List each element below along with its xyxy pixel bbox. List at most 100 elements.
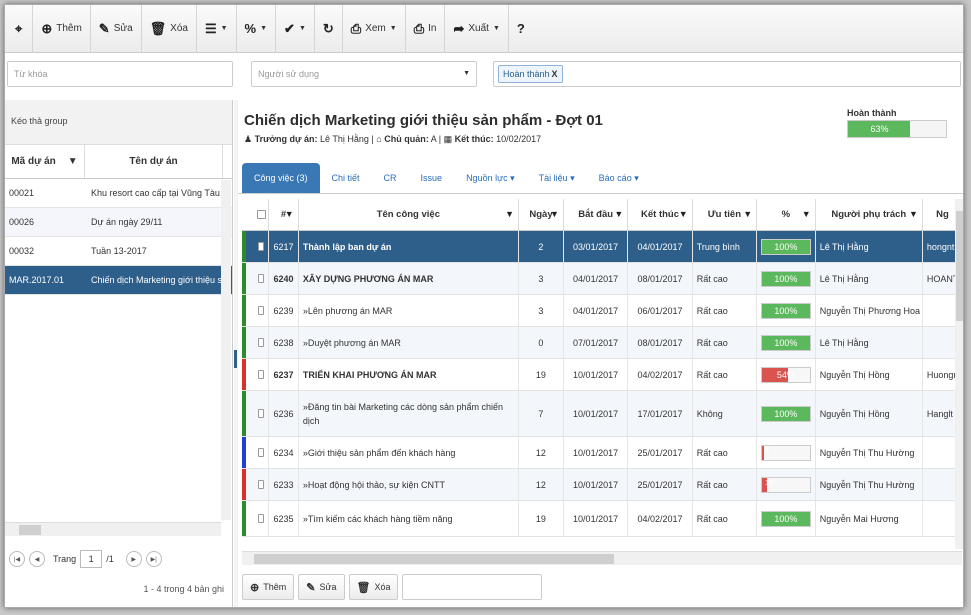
page-input[interactable]: 1 — [80, 550, 103, 568]
quick-task-input[interactable] — [402, 574, 543, 600]
tab-resources[interactable]: Nguồn lực ▾ — [454, 163, 527, 193]
tab-tasks[interactable]: Công việc (3) — [242, 163, 320, 193]
project-row[interactable]: 00032 Tuần 13-2017 — [5, 237, 232, 266]
left-vertical-scrollbar[interactable] — [221, 180, 231, 520]
project-row[interactable]: 00026 Dự án ngày 29/11 — [5, 208, 232, 237]
filter-icon[interactable]: ▼ — [743, 209, 752, 219]
keyword-input[interactable]: Từ khóa — [7, 61, 233, 87]
percent-menu-button[interactable]: % ▼ — [237, 5, 277, 53]
tab-documents[interactable]: Tài liệu ▾ — [527, 163, 587, 193]
row-checkbox-cell[interactable] — [254, 391, 270, 436]
tab-details[interactable]: Chi tiết — [320, 163, 372, 193]
checkbox[interactable] — [257, 242, 265, 251]
next-page-icon[interactable]: ▶ — [125, 551, 142, 567]
filter-icon[interactable]: ▼ — [614, 209, 623, 219]
add-task-button[interactable]: ⊕ Thêm — [242, 574, 295, 600]
column-header-id[interactable]: # ▼ — [269, 199, 299, 230]
remove-tag-icon[interactable]: X — [552, 69, 558, 79]
last-page-icon[interactable]: ▶| — [145, 551, 162, 567]
column-header-owner[interactable]: Người phụ trách ▼ — [816, 199, 923, 230]
task-end: 04/02/2017 — [628, 359, 693, 390]
row-checkbox-cell[interactable] — [254, 501, 270, 536]
delete-task-button[interactable]: 🗑 Xóa — [348, 574, 399, 600]
row-checkbox-cell[interactable] — [254, 231, 270, 262]
task-row[interactable]: 6235 »Tìm kiếm các khách hàng tiềm năng 19… — [242, 501, 962, 537]
row-checkbox-cell[interactable] — [254, 469, 270, 500]
column-header-task[interactable]: Tên công việc ▼ — [299, 199, 520, 230]
grid-horizontal-scrollbar[interactable] — [242, 551, 962, 565]
column-header-priority[interactable]: Ưu tiên ▼ — [693, 199, 758, 230]
group-hint: Kéo thả group — [11, 116, 68, 126]
delete-button[interactable]: 🗑 Xóa — [142, 5, 197, 53]
column-header-code[interactable]: Mã dự án ▼ — [5, 145, 85, 178]
splitter-grip[interactable] — [234, 350, 237, 368]
filter-icon[interactable]: ▼ — [679, 209, 688, 219]
checkbox[interactable] — [257, 338, 265, 347]
row-checkbox-cell[interactable] — [254, 359, 270, 390]
checkbox[interactable] — [257, 480, 265, 489]
project-row[interactable]: 00021 Khu resort cao cấp tại Vũng Tàu — [5, 179, 232, 208]
checkbox[interactable] — [257, 370, 265, 379]
task-row-selected[interactable]: 6217 Thành lập ban dự án 2 03/01/2017 04/01/… — [242, 231, 962, 263]
filter-icon[interactable]: ▼ — [802, 209, 811, 219]
filter-icon[interactable]: ▼ — [285, 209, 294, 219]
filter-icon[interactable]: ▼ — [505, 209, 514, 219]
find-button[interactable]: ⌖ — [5, 5, 34, 53]
row-checkbox-cell[interactable] — [254, 327, 270, 358]
column-header-days[interactable]: Ngày ▼ — [519, 199, 564, 230]
column-header-name[interactable]: Tên dự án — [85, 145, 223, 178]
export-button[interactable]: ➦ Xuất ▼ — [445, 5, 509, 53]
filter-icon[interactable]: ▼ — [550, 209, 559, 219]
help-button[interactable]: ? — [509, 5, 533, 53]
print-button[interactable]: ⎙ In — [406, 5, 446, 53]
filter-icon[interactable]: ▼ — [909, 209, 918, 219]
checkbox[interactable] — [257, 306, 265, 315]
project-row-selected[interactable]: MAR.2017.01 Chiến dịch Marketing giới th… — [5, 266, 232, 295]
edit-task-button[interactable]: ✎ Sửa — [298, 574, 345, 600]
status-menu-button[interactable]: ✔ ▼ — [276, 5, 315, 53]
user-placeholder: Người sử dụng — [258, 69, 319, 79]
tab-cr[interactable]: CR — [372, 163, 409, 193]
refresh-button[interactable]: ↻ — [315, 5, 343, 53]
task-row[interactable]: 6233 »Hoạt động hội thảo, sự kiện CNTT 12 1… — [242, 469, 962, 501]
scroll-thumb[interactable] — [254, 554, 614, 564]
caret-down-icon: ▼ — [492, 25, 500, 32]
task-priority: Rất cao — [693, 437, 758, 468]
scroll-thumb[interactable] — [19, 525, 41, 535]
task-priority: Rất cao — [693, 359, 758, 390]
task-row[interactable]: 6234 »Giới thiệu sản phẩm đến khách hàng 1… — [242, 437, 962, 469]
status-filter-tag[interactable]: Hoàn thành X — [498, 65, 563, 83]
task-row[interactable]: 6240 XÂY DỰNG PHƯƠNG ÁN MAR 3 04/01/2017 08/… — [242, 263, 962, 295]
scroll-thumb[interactable] — [956, 211, 963, 321]
user-select[interactable]: Người sử dụng ▼ — [251, 61, 477, 87]
checkbox[interactable] — [256, 210, 266, 219]
row-checkbox-cell[interactable] — [254, 263, 270, 294]
checkbox[interactable] — [257, 274, 265, 283]
prev-page-icon[interactable]: ◀ — [29, 551, 45, 567]
add-button[interactable]: ⊕ Thêm — [33, 5, 91, 53]
row-checkbox-cell[interactable] — [254, 437, 270, 468]
checkbox[interactable] — [257, 448, 265, 457]
left-horizontal-scrollbar[interactable] — [5, 522, 221, 536]
task-row[interactable]: 6238 »Duyệt phương án MAR 0 07/01/2017 08/01… — [242, 327, 962, 359]
first-page-icon[interactable]: |◀ — [9, 551, 25, 567]
view-button[interactable]: ⎙ Xem ▼ — [343, 5, 406, 53]
status-filter-input[interactable]: Hoàn thành X — [493, 61, 961, 87]
checkbox[interactable] — [257, 409, 265, 418]
column-header-percent[interactable]: % ▼ — [757, 199, 816, 230]
task-row[interactable]: 6237 TRIỂN KHAI PHƯƠNG ÁN MAR 19 10/01/2017… — [242, 359, 962, 391]
task-row[interactable]: 6239 »Lên phương án MAR 3 04/01/2017 06/01/2… — [242, 295, 962, 327]
filter-icon[interactable]: ▼ — [68, 156, 78, 167]
tab-reports[interactable]: Báo cáo ▾ — [587, 163, 651, 193]
grid-vertical-scrollbar[interactable] — [955, 199, 963, 549]
edit-button[interactable]: ✎ Sửa — [91, 5, 142, 53]
row-checkbox-cell[interactable] — [254, 295, 270, 326]
group-drop-area[interactable]: Kéo thả group — [5, 100, 232, 145]
checkbox[interactable] — [257, 514, 265, 523]
task-row[interactable]: 6236 »Đăng tin bài Marketing các dòng sản… — [242, 391, 962, 437]
list-menu-button[interactable]: ☰ ▼ — [197, 5, 237, 53]
column-header-end[interactable]: Kết thúc ▼ — [628, 199, 693, 230]
column-header-start[interactable]: Bắt đầu ▼ — [564, 199, 629, 230]
tab-issue[interactable]: Issue — [409, 163, 455, 193]
select-all-checkbox[interactable] — [254, 199, 270, 230]
